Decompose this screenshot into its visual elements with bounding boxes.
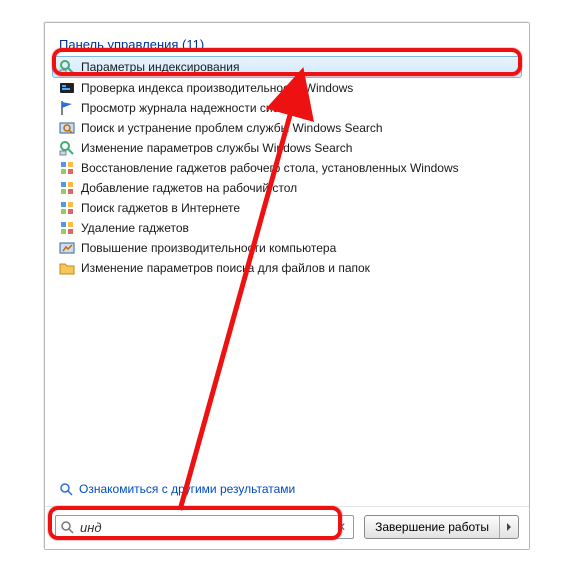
- results-header-count: 11: [186, 37, 200, 52]
- shutdown-menu-arrow[interactable]: [500, 516, 518, 538]
- magnifier-icon: [60, 520, 74, 534]
- result-item-folder-search[interactable]: Изменение параметров поиска для файлов и…: [53, 258, 521, 278]
- result-label: Поиск гаджетов в Интернете: [81, 201, 240, 215]
- result-item-gadget-add[interactable]: Добавление гаджетов на рабочий стол: [53, 178, 521, 198]
- result-label: Удаление гаджетов: [81, 221, 189, 235]
- result-item-gadget-del[interactable]: Удаление гаджетов: [53, 218, 521, 238]
- results-header[interactable]: Панель управления (11): [45, 33, 529, 56]
- result-label: Восстановление гаджетов рабочего стола, …: [81, 161, 459, 175]
- chevron-right-icon: [505, 523, 513, 531]
- result-item-perf-index[interactable]: Проверка индекса производительности Wind…: [53, 78, 521, 98]
- perf-boost-icon: [59, 240, 75, 256]
- indexing-options-icon: [59, 59, 75, 75]
- more-results-link[interactable]: Ознакомиться с другими результатами: [45, 476, 529, 506]
- gadget-restore-icon: [59, 160, 75, 176]
- result-label: Проверка индекса производительности Wind…: [81, 81, 353, 95]
- bottom-bar: ✕ Завершение работы: [45, 506, 529, 549]
- search-field-wrap: ✕: [55, 515, 354, 539]
- folder-search-icon: [59, 260, 75, 276]
- gadget-add-icon: [59, 180, 75, 196]
- result-label: Параметры индексирования: [81, 60, 239, 74]
- shutdown-button[interactable]: Завершение работы: [364, 515, 519, 539]
- result-label: Изменение параметров службы Windows Sear…: [81, 141, 352, 155]
- result-label: Повышение производительности компьютера: [81, 241, 336, 255]
- clear-search-button[interactable]: ✕: [333, 519, 349, 535]
- search-fix-icon: [59, 120, 75, 136]
- start-menu-search-panel: Панель управления (11) Параметры индекси…: [44, 22, 530, 550]
- search-input[interactable]: [78, 519, 333, 536]
- search-settings-icon: [59, 140, 75, 156]
- more-results-label: Ознакомиться с другими результатами: [79, 482, 295, 496]
- results-header-title: Панель управления: [59, 37, 178, 52]
- gadget-del-icon: [59, 220, 75, 236]
- result-label: Изменение параметров поиска для файлов и…: [81, 261, 370, 275]
- result-label: Поиск и устранение проблем службы Window…: [81, 121, 383, 135]
- result-item-reliability[interactable]: Просмотр журнала надежности системы: [53, 98, 521, 118]
- result-item-perf-boost[interactable]: Повышение производительности компьютера: [53, 238, 521, 258]
- flag-icon: [59, 100, 75, 116]
- result-item-search-settings[interactable]: Изменение параметров службы Windows Sear…: [53, 138, 521, 158]
- search-icon: [59, 482, 73, 496]
- result-item-indexing-options[interactable]: Параметры индексирования: [52, 56, 522, 78]
- result-item-search-fix[interactable]: Поиск и устранение проблем службы Window…: [53, 118, 521, 138]
- result-item-gadget-restore[interactable]: Восстановление гаджетов рабочего стола, …: [53, 158, 521, 178]
- shutdown-button-label: Завершение работы: [365, 516, 500, 538]
- results-list: Параметры индексирования Проверка индекс…: [45, 56, 529, 278]
- result-item-gadget-web[interactable]: Поиск гаджетов в Интернете: [53, 198, 521, 218]
- result-label: Добавление гаджетов на рабочий стол: [81, 181, 297, 195]
- result-label: Просмотр журнала надежности системы: [81, 101, 307, 115]
- gadget-web-icon: [59, 200, 75, 216]
- spacer: [45, 278, 529, 476]
- perf-index-icon: [59, 80, 75, 96]
